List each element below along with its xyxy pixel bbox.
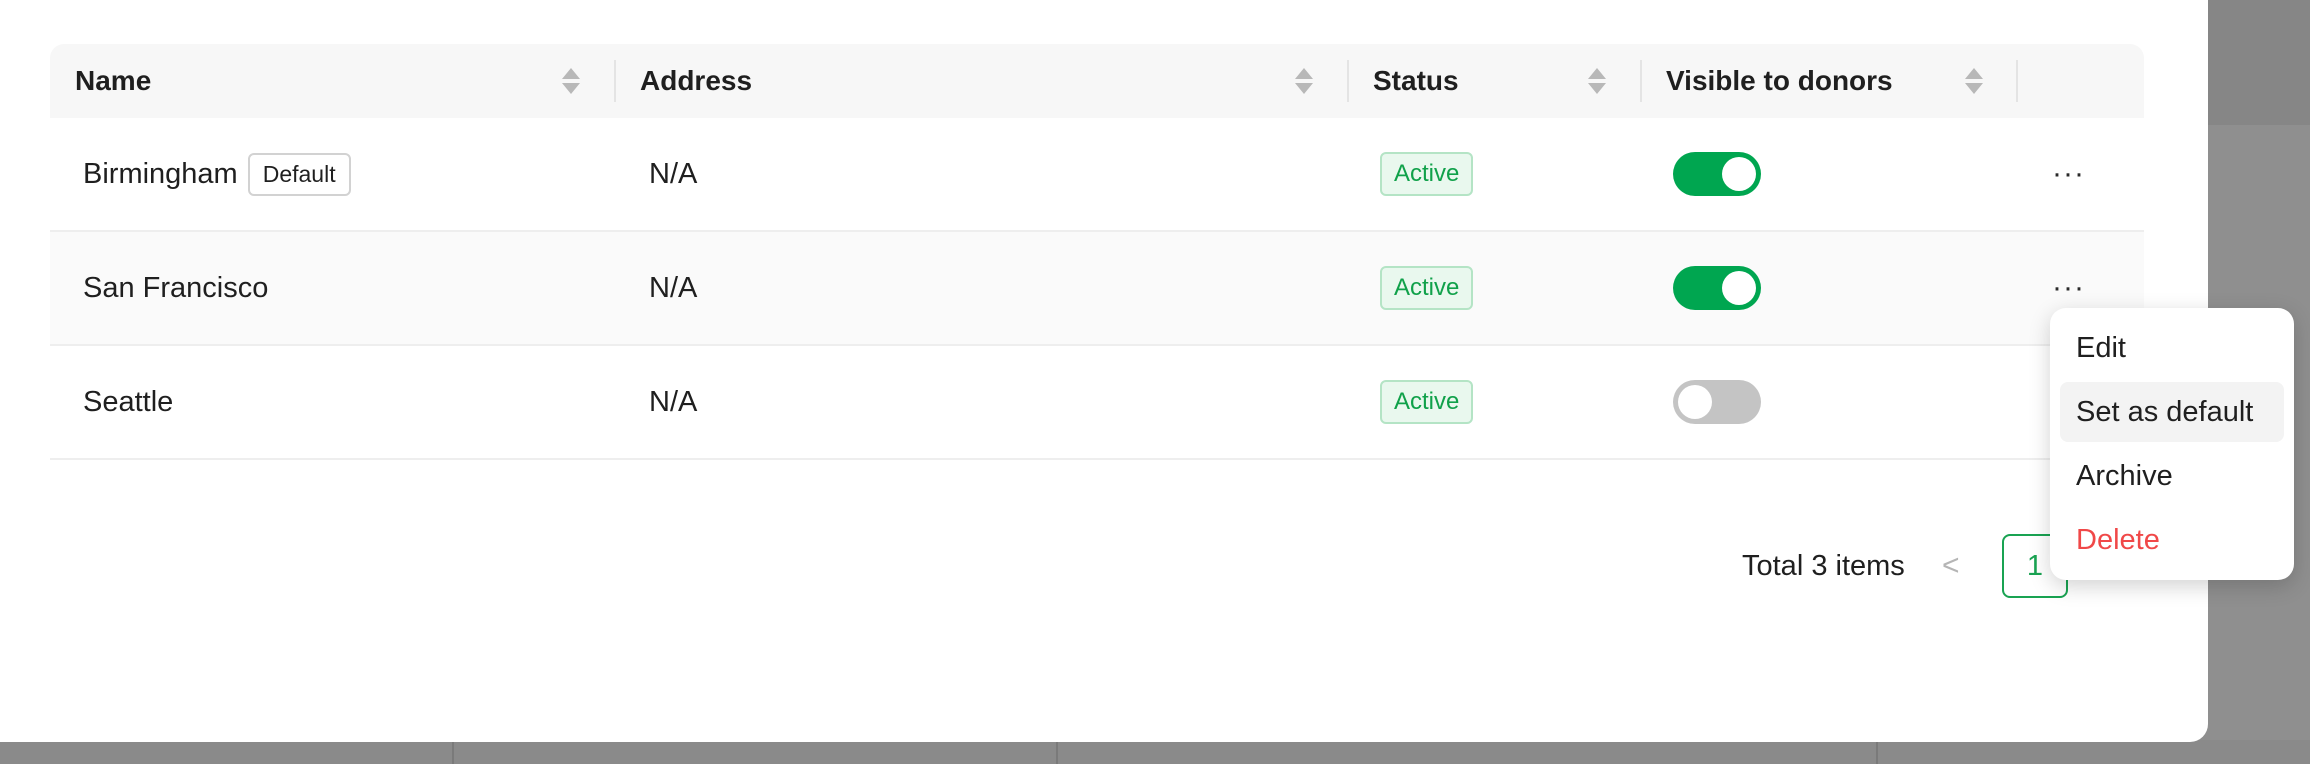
status-badge: Active	[1380, 380, 1474, 424]
visible-to-donors-toggle[interactable]	[1673, 266, 1761, 310]
toggle-knob	[1722, 157, 1756, 191]
more-horizontal-icon[interactable]: ···	[2052, 159, 2085, 189]
visible-cell	[1673, 118, 1761, 230]
more-horizontal-icon[interactable]: ···	[2052, 273, 2085, 303]
sort-icon[interactable]	[562, 66, 580, 96]
status-cell: Active	[1380, 346, 1474, 458]
actions-cell: ···	[2052, 118, 2085, 230]
location-name-cell: San Francisco	[83, 232, 268, 344]
chevron-left-icon[interactable]: <	[1942, 534, 1960, 598]
total-items-label: Total 3 items	[1742, 549, 1905, 582]
column-header-name[interactable]: Name	[75, 44, 151, 118]
sort-icon[interactable]	[1588, 66, 1606, 96]
visible-cell	[1673, 232, 1761, 344]
column-divider	[614, 60, 616, 102]
address-cell: N/A	[649, 157, 698, 190]
status-badge: Active	[1380, 266, 1474, 310]
column-header-status[interactable]: Status	[1373, 44, 1459, 118]
visible-cell	[1673, 346, 1761, 458]
column-divider	[2016, 60, 2018, 102]
menu-item-delete[interactable]: Delete	[2060, 510, 2284, 570]
location-name-cell: Birmingham Default	[83, 118, 351, 230]
table-row[interactable]: Birmingham Default N/A Active ···	[50, 118, 2144, 232]
status-cell: Active	[1380, 232, 1474, 344]
column-divider	[1347, 60, 1349, 102]
table-row[interactable]: San Francisco N/A Active ···	[50, 232, 2144, 346]
table-header: Name Address Status Visible to donors	[50, 44, 2144, 118]
background-page-table	[0, 740, 2310, 764]
column-header-address[interactable]: Address	[640, 44, 752, 118]
table-row[interactable]: Seattle N/A Active	[50, 346, 2144, 460]
column-divider	[1640, 60, 1642, 102]
status-badge: Active	[1380, 152, 1474, 196]
background-divider	[1876, 742, 1878, 764]
locations-modal: Name Address Status Visible to donors Bi…	[0, 0, 2208, 742]
menu-item-edit[interactable]: Edit	[2060, 318, 2284, 378]
address-cell: N/A	[649, 271, 698, 304]
menu-item-set-as-default[interactable]: Set as default	[2060, 382, 2284, 442]
column-header-visible-to-donors[interactable]: Visible to donors	[1666, 44, 1893, 118]
background-page-header	[2208, 0, 2310, 125]
background-divider	[1056, 742, 1058, 764]
visible-to-donors-toggle[interactable]	[1673, 152, 1761, 196]
row-actions-menu: Edit Set as default Archive Delete	[2050, 308, 2294, 580]
sort-icon[interactable]	[1295, 66, 1313, 96]
pagination: Total 3 items < 1	[50, 534, 2144, 598]
location-name: Birmingham	[83, 157, 238, 190]
address-cell: N/A	[649, 385, 698, 418]
visible-to-donors-toggle[interactable]	[1673, 380, 1761, 424]
toggle-knob	[1678, 385, 1712, 419]
location-name-cell: Seattle	[83, 346, 173, 458]
sort-icon[interactable]	[1965, 66, 1983, 96]
default-badge: Default	[247, 152, 351, 196]
status-cell: Active	[1380, 118, 1474, 230]
toggle-knob	[1722, 271, 1756, 305]
menu-item-archive[interactable]: Archive	[2060, 446, 2284, 506]
background-divider	[452, 742, 454, 764]
location-name: Seattle	[83, 385, 174, 418]
locations-table: Name Address Status Visible to donors Bi…	[50, 44, 2144, 598]
location-name: San Francisco	[83, 271, 269, 304]
